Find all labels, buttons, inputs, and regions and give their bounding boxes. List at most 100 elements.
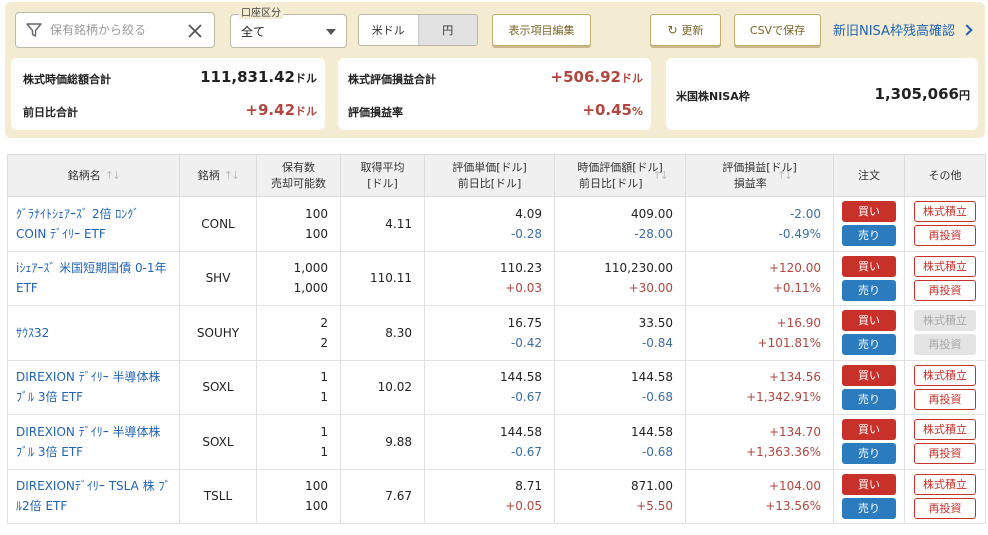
market-value-cell: 110,230.00 +30.00 [554, 250, 686, 306]
stock-code: SHV [179, 250, 257, 306]
other-cell: 株式積立 再投資 [904, 359, 986, 415]
buy-button[interactable]: 買い [842, 201, 896, 223]
table-row: ｸﾞﾗﾅｲﾄｼｪｱｰｽﾞ 2倍 ﾛﾝｸﾞ COIN ﾃﾞｲﾘｰ ETF CONL … [7, 196, 986, 252]
sort-icon: ↑↓ [223, 168, 241, 182]
reinvest-button[interactable]: 再投資 [914, 497, 976, 519]
currency-jpy-option[interactable]: 円 [417, 15, 477, 45]
holdings-table: 銘柄名 ↑↓ 銘柄 ↑↓ 保有数 売却可能数 取得平均 [ドル] 評価単価[ドル] 前日比… [7, 154, 986, 524]
currency-toggle: 米ドル 円 [358, 14, 478, 46]
profit-loss-cell: +104.00 +13.56% [685, 468, 834, 524]
stock-accumulation-button[interactable]: 株式積立 [914, 201, 976, 223]
stock-code: SOXL [179, 359, 257, 415]
sell-button[interactable]: 売り [842, 497, 896, 519]
table-row: DIREXION ﾃﾞｲﾘｰ 半導体株 ﾌﾞﾙ 3倍 ETF SOXL 11 9.… [7, 414, 986, 470]
unit-price-cell: 8.71 +0.05 [424, 468, 555, 524]
buy-button[interactable]: 買い [842, 473, 896, 495]
filter-input[interactable] [50, 23, 180, 37]
market-value-cell: 144.58 -0.68 [554, 414, 686, 470]
average-cost-cell: 110.11 [340, 250, 425, 306]
stock-accumulation-button[interactable]: 株式積立 [914, 255, 976, 277]
table-row: DIREXION ﾃﾞｲﾘｰ 半導体株 ﾌﾞﾙ 3倍 ETF SOXL 11 10… [7, 359, 986, 415]
stock-accumulation-button[interactable]: 株式積立 [914, 473, 976, 495]
stock-name-link[interactable]: ｻｳｽ32 [7, 305, 180, 361]
col-header-code[interactable]: 銘柄 ↑↓ [179, 154, 257, 197]
profit-loss-cell: +120.00 +0.11% [685, 250, 834, 306]
stock-accumulation-button[interactable]: 株式積立 [914, 419, 976, 441]
stock-code: CONL [179, 196, 257, 252]
nisa-balance-link-label: 新旧NISA枠残高確認 [833, 24, 955, 39]
currency-usd-option[interactable]: 米ドル [359, 15, 418, 45]
col-header-profit-loss[interactable]: 評価損益[ドル] 損益率↑↓ [685, 154, 834, 197]
quantity-cell: 22 [256, 305, 341, 361]
order-cell: 買い 売り [833, 196, 905, 252]
table-row: iｼｪｱｰｽﾞ 米国短期国債 0-1年 ETF SHV 1,000 1,000 11… [7, 250, 986, 306]
stock-name-link[interactable]: DIREXION ﾃﾞｲﾘｰ 半導体株 ﾌﾞﾙ 3倍 ETF [7, 414, 180, 470]
market-value-cell: 33.50 -0.84 [554, 305, 686, 361]
sell-button[interactable]: 売り [842, 225, 896, 247]
funnel-icon [26, 23, 42, 37]
refresh-button[interactable]: ↻ 更新 [650, 14, 721, 46]
average-cost-cell: 7.67 [340, 468, 425, 524]
sell-button[interactable]: 売り [842, 334, 896, 356]
buy-button[interactable]: 買い [842, 419, 896, 441]
col-header-name[interactable]: 銘柄名 ↑↓ [7, 154, 180, 197]
reinvest-button[interactable]: 再投資 [914, 388, 976, 410]
average-cost-cell: 9.88 [340, 414, 425, 470]
quantity-cell: 100 100 [256, 468, 341, 524]
account-type-value: 全て [241, 24, 266, 39]
chevron-down-icon [326, 29, 336, 35]
stock-name-link[interactable]: DIREXION ﾃﾞｲﾘｰ 半導体株 ﾌﾞﾙ 3倍 ETF [7, 359, 180, 415]
quantity-cell: 11 [256, 359, 341, 415]
col-header-market-value[interactable]: 時価評価額[ドル] 前日比[ドル]↑↓ [554, 154, 686, 197]
day-change-label: 前日比合計 [23, 106, 78, 119]
reinvest-button[interactable]: 再投資 [914, 225, 976, 247]
profit-loss-cell: +16.90 +101.81% [685, 305, 834, 361]
stock-accumulation-button[interactable]: 株式積立 [914, 364, 976, 386]
average-cost-cell: 8.30 [340, 305, 425, 361]
account-type-select[interactable]: 全て [230, 14, 347, 48]
buy-button[interactable]: 買い [842, 364, 896, 386]
unit-price-cell: 4.09 -0.28 [424, 196, 555, 252]
quantity-cell: 11 [256, 414, 341, 470]
order-cell: 買い 売り [833, 359, 905, 415]
stock-code: SOUHY [179, 305, 257, 361]
sort-icon: ↑↓ [104, 168, 122, 182]
sell-button[interactable]: 売り [842, 443, 896, 465]
csv-save-button[interactable]: CSVで保存 [734, 14, 821, 46]
market-value-label: 株式時価総額合計 [23, 73, 111, 86]
reinvest-button: 再投資 [914, 334, 976, 356]
sell-button[interactable]: 売り [842, 388, 896, 410]
stock-name-link[interactable]: iｼｪｱｰｽﾞ 米国短期国債 0-1年 ETF [7, 250, 180, 306]
sell-button[interactable]: 売り [842, 279, 896, 301]
table-row: DIREXIONﾃﾞｲﾘｰ TSLA 株 ﾌﾞ ﾙ2倍 ETF TSLL 100 1… [7, 468, 986, 524]
market-value-cell: 871.00 +5.50 [554, 468, 686, 524]
col-header-other: その他 [904, 154, 986, 197]
nisa-frame-label: 米国株NISA枠 [676, 90, 750, 103]
reinvest-button[interactable]: 再投資 [914, 279, 976, 301]
market-value: 111,831.42ドル [200, 68, 317, 86]
average-cost-cell: 4.11 [340, 196, 425, 252]
nisa-balance-link[interactable]: 新旧NISA枠残高確認 [833, 20, 973, 39]
market-value-cell: 144.58 -0.68 [554, 359, 686, 415]
stock-code: SOXL [179, 414, 257, 470]
profit-loss-cell: -2.00 -0.49% [685, 196, 834, 252]
order-cell: 買い 売り [833, 414, 905, 470]
other-cell: 株式積立 再投資 [904, 468, 986, 524]
market-value-cell: 409.00 -28.00 [554, 196, 686, 252]
stock-name-link[interactable]: ｸﾞﾗﾅｲﾄｼｪｱｰｽﾞ 2倍 ﾛﾝｸﾞ COIN ﾃﾞｲﾘｰ ETF [7, 196, 180, 252]
edit-columns-button[interactable]: 表示項目編集 [492, 14, 591, 46]
order-cell: 買い 売り [833, 468, 905, 524]
stock-name-link[interactable]: DIREXIONﾃﾞｲﾘｰ TSLA 株 ﾌﾞ ﾙ2倍 ETF [7, 468, 180, 524]
refresh-icon: ↻ [667, 23, 678, 37]
close-icon[interactable] [186, 22, 204, 40]
buy-button[interactable]: 買い [842, 255, 896, 277]
buy-button[interactable]: 買い [842, 310, 896, 332]
day-change-value: +9.42ドル [245, 101, 317, 119]
toolbar-panel: 全て 口座区分 米ドル 円 表示項目編集 ↻ 更新 CSVで保存 新旧NISA枠… [5, 2, 985, 138]
table-header-row: 銘柄名 ↑↓ 銘柄 ↑↓ 保有数 売却可能数 取得平均 [ドル] 評価単価[ドル] 前日比… [7, 154, 986, 197]
account-type-label: 口座区分 [239, 4, 283, 19]
summary-card-market-value: 株式時価総額合計 111,831.42ドル 前日比合計 +9.42ドル [11, 58, 325, 130]
reinvest-button[interactable]: 再投資 [914, 443, 976, 465]
unit-price-cell: 144.58 -0.67 [424, 414, 555, 470]
other-cell: 株式積立 再投資 [904, 250, 986, 306]
